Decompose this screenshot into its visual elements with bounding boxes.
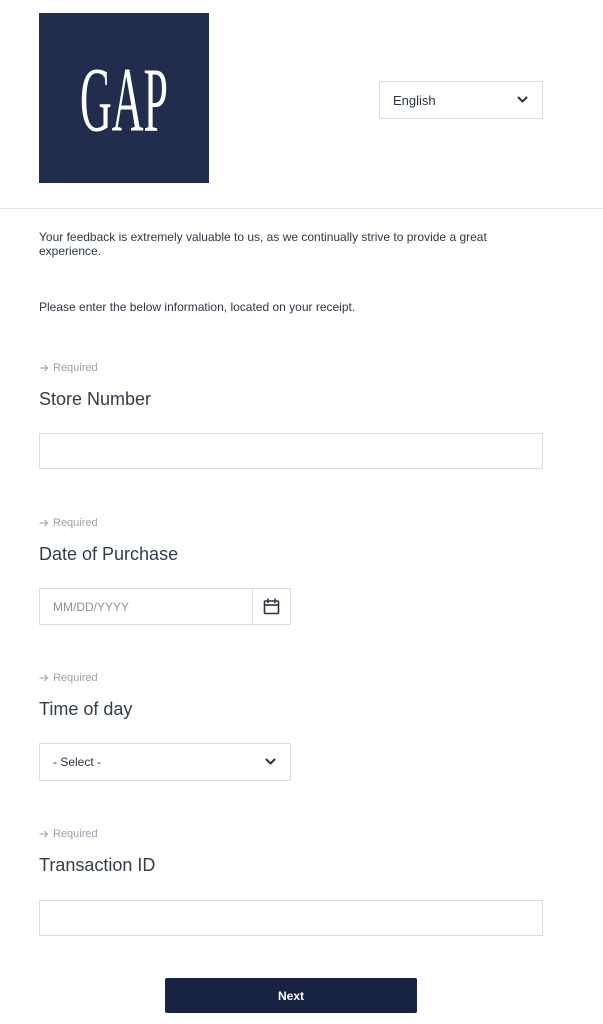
arrow-right-icon — [39, 364, 49, 372]
date-of-purchase-input[interactable] — [40, 589, 253, 624]
instruction-text: Please enter the below information, loca… — [39, 300, 356, 314]
date-of-purchase-field — [39, 588, 291, 625]
time-of-day-selected-value: - Select - — [53, 755, 102, 769]
intro-text: Your feedback is extremely valuable to u… — [39, 230, 487, 258]
gap-logo: GAP — [39, 13, 209, 183]
arrow-right-icon — [39, 519, 49, 527]
next-button[interactable]: Next — [165, 978, 417, 1013]
store-number-input[interactable] — [39, 433, 543, 469]
required-label: Required — [53, 517, 98, 529]
calendar-icon — [263, 598, 280, 615]
time-of-day-label: Time of day — [39, 699, 133, 719]
date-of-purchase-required: Required — [39, 517, 98, 529]
gap-logo-mark: GAP — [80, 48, 168, 150]
transaction-id-label: Transaction ID — [39, 855, 156, 875]
transaction-id-input[interactable] — [39, 900, 543, 936]
page-header: GAP English — [0, 0, 603, 209]
required-label: Required — [53, 828, 98, 840]
language-selected-value: English — [393, 92, 436, 108]
chevron-down-icon — [517, 96, 528, 103]
store-number-label: Store Number — [39, 389, 152, 409]
time-of-day-required: Required — [39, 672, 98, 684]
gap-logo-text: GAP — [80, 48, 168, 150]
chevron-down-icon — [265, 758, 276, 765]
arrow-right-icon — [39, 830, 49, 838]
store-number-required: Required — [39, 362, 98, 374]
arrow-right-icon — [39, 674, 49, 682]
date-of-purchase-label: Date of Purchase — [39, 544, 179, 564]
transaction-id-required: Required — [39, 828, 98, 840]
calendar-button[interactable] — [253, 589, 290, 624]
language-select[interactable]: English — [379, 81, 543, 119]
required-label: Required — [53, 362, 98, 374]
required-label: Required — [53, 672, 98, 684]
time-of-day-select[interactable]: - Select - — [39, 743, 291, 781]
